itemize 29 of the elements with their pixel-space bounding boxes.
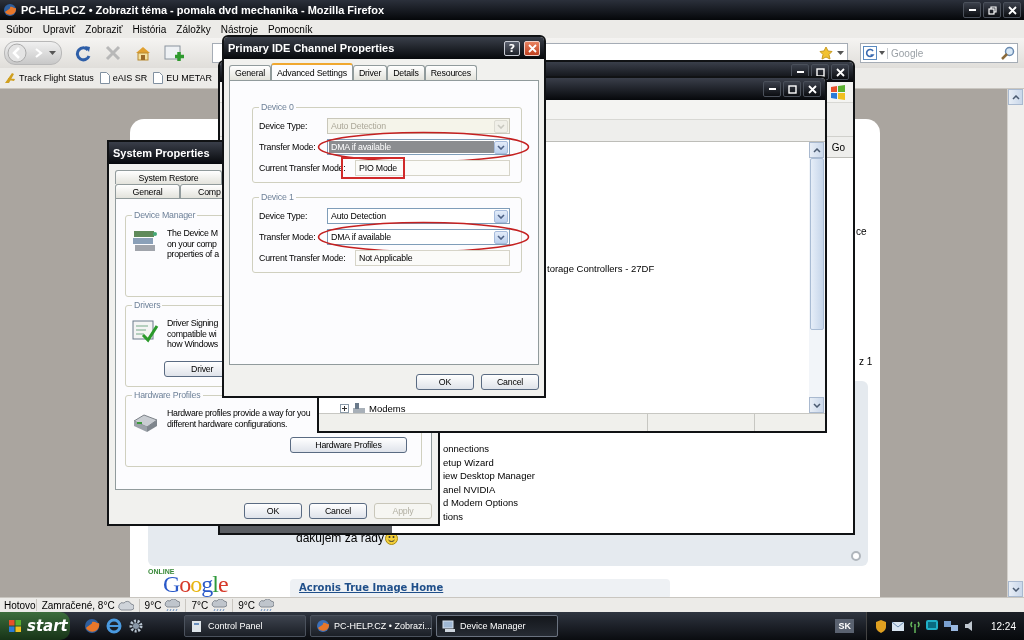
description-text: The Device M	[167, 228, 218, 239]
description-text: different hardware configurations.	[167, 418, 288, 429]
description-text: Driver Signing	[167, 318, 219, 329]
weather-text: 9°C	[238, 599, 255, 611]
status-text: Hotovo	[4, 599, 36, 611]
group-title: Hardware Profiles	[132, 390, 203, 400]
description-text: properties of a	[167, 249, 219, 260]
field-label: Device Type:	[259, 211, 309, 221]
description-text: compatible wi	[167, 328, 217, 339]
description-text: Hardware profiles provide a way for you	[167, 408, 311, 419]
post-text: dakujem za rady	[296, 531, 385, 545]
group-title: Device Manager	[132, 210, 198, 220]
clock: 12:24	[990, 620, 1016, 632]
window-title: Primary IDE Channel Properties	[228, 42, 396, 54]
field-label: Current Transfer Mode:	[259, 253, 347, 263]
text-fragment: ce	[856, 226, 867, 237]
weather-text: 9°C	[144, 599, 162, 611]
window-title: PC-HELP.CZ • Zobrazit téma - pomala dvd mechanika - Mozilla Firefox	[21, 4, 386, 16]
description-text: how Windows	[167, 339, 218, 350]
weather-text: 7°C	[191, 599, 209, 611]
group-title: Device 0	[259, 102, 296, 112]
field-label: Device Type:	[259, 121, 309, 131]
field-label: Transfer Mode:	[259, 232, 317, 242]
group-title: Device 1	[259, 192, 296, 202]
description-text: on your comp	[167, 238, 217, 249]
text-fragment: z 1	[859, 356, 873, 367]
group-title: Drivers	[132, 300, 163, 310]
field-label: Transfer Mode:	[259, 142, 317, 152]
weather-text: Zamračené, 8°C	[41, 599, 115, 611]
